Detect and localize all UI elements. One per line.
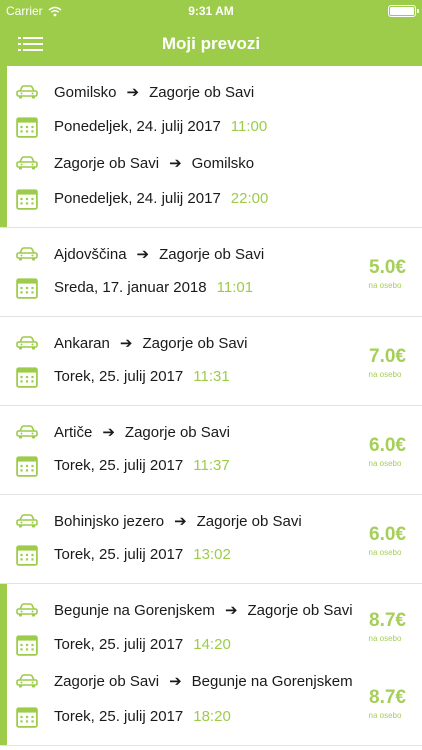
route-outbound: Gomilsko ➔ Zagorje ob Savi <box>54 84 255 101</box>
datetime-outbound: Torek, 25. julij 2017 14:20 <box>54 636 231 653</box>
car-icon <box>16 509 38 533</box>
status-time: 9:31 AM <box>188 4 234 18</box>
price-return: 8.7€ na osebo <box>336 687 406 720</box>
page-title: Moji prevozi <box>161 34 261 53</box>
calendar-icon <box>16 365 38 389</box>
datetime-return: Torek, 25. julij 2017 18:20 <box>54 708 231 725</box>
car-icon <box>16 331 38 355</box>
car-icon <box>16 151 38 175</box>
calendar-icon <box>16 543 38 567</box>
price: 6.0€ na osebo <box>336 435 406 468</box>
route-return: Zagorje ob Savi ➔ Gomilsko <box>54 155 255 172</box>
route-return: Zagorje ob Savi ➔ Begunje na Gorenjskem <box>54 673 353 690</box>
datetime: Torek, 25. julij 2017 11:37 <box>54 457 230 474</box>
calendar-icon <box>16 187 38 211</box>
ride-card[interactable]: Bohinjsko jezero ➔ Zagorje ob Savi Torek, … <box>0 495 422 584</box>
price-unit: na osebo <box>368 711 402 720</box>
ride-card[interactable]: Ankaran ➔ Zagorje ob Savi Torek, 25. julij… <box>0 317 422 406</box>
route: Ankaran ➔ Zagorje ob Savi <box>54 335 248 352</box>
datetime-outbound: Ponedeljek, 24. julij 2017 11:00 <box>54 118 268 135</box>
calendar-icon <box>16 633 38 657</box>
calendar-icon <box>16 276 38 300</box>
price-amount: 7.0€ <box>369 346 406 367</box>
status-bar: Carrier 9:31 AM <box>0 0 422 22</box>
ride-card[interactable]: Ajdovščina ➔ Zagorje ob Savi Sreda, 17. ja… <box>0 228 422 317</box>
route-outbound: Begunje na Gorenjskem ➔ Zagorje ob Savi <box>54 602 353 619</box>
datetime: Torek, 25. julij 2017 13:02 <box>54 546 231 563</box>
calendar-icon <box>16 454 38 478</box>
calendar-icon <box>16 705 38 729</box>
price-unit: na osebo <box>368 634 402 643</box>
route: Ajdovščina ➔ Zagorje ob Savi <box>54 246 265 263</box>
car-icon <box>16 242 38 266</box>
price-unit: na osebo <box>368 370 402 379</box>
price-unit: na osebo <box>368 281 402 290</box>
price-unit: na osebo <box>368 459 402 468</box>
datetime-return: Ponedeljek, 24. julij 2017 22:00 <box>54 190 269 207</box>
price: 7.0€ na osebo <box>336 346 406 379</box>
car-icon <box>16 420 38 444</box>
price-amount: 5.0€ <box>369 257 406 278</box>
car-icon <box>16 598 38 622</box>
price-amount: 6.0€ <box>369 435 406 456</box>
route: Artiče ➔ Zagorje ob Savi <box>54 424 230 441</box>
ride-card[interactable]: Begunje na Gorenjskem ➔ Zagorje ob Savi To… <box>0 584 422 746</box>
ride-card[interactable]: Artiče ➔ Zagorje ob Savi Torek, 25. julij … <box>0 406 422 495</box>
battery-icon <box>388 5 419 17</box>
price: 5.0€ na osebo <box>336 257 406 290</box>
price-unit: na osebo <box>368 548 402 557</box>
price-amount: 6.0€ <box>369 524 406 545</box>
nav-bar: Moji prevozi <box>0 22 422 66</box>
ride-card[interactable]: Gomilsko ➔ Zagorje ob Savi Ponedeljek, 24.… <box>0 66 422 228</box>
car-icon <box>16 669 38 693</box>
price-amount: 8.7€ <box>369 687 406 708</box>
car-icon <box>16 80 38 104</box>
calendar-icon <box>16 115 38 139</box>
price-outbound: 8.7€ na osebo <box>336 610 406 643</box>
route: Bohinjsko jezero ➔ Zagorje ob Savi <box>54 513 302 530</box>
datetime: Torek, 25. julij 2017 11:31 <box>54 368 230 385</box>
price-amount: 8.7€ <box>369 610 406 631</box>
price: 6.0€ na osebo <box>336 524 406 557</box>
datetime: Sreda, 17. januar 2018 11:01 <box>54 279 254 296</box>
ride-list: Gomilsko ➔ Zagorje ob Savi Ponedeljek, 24.… <box>0 66 422 746</box>
